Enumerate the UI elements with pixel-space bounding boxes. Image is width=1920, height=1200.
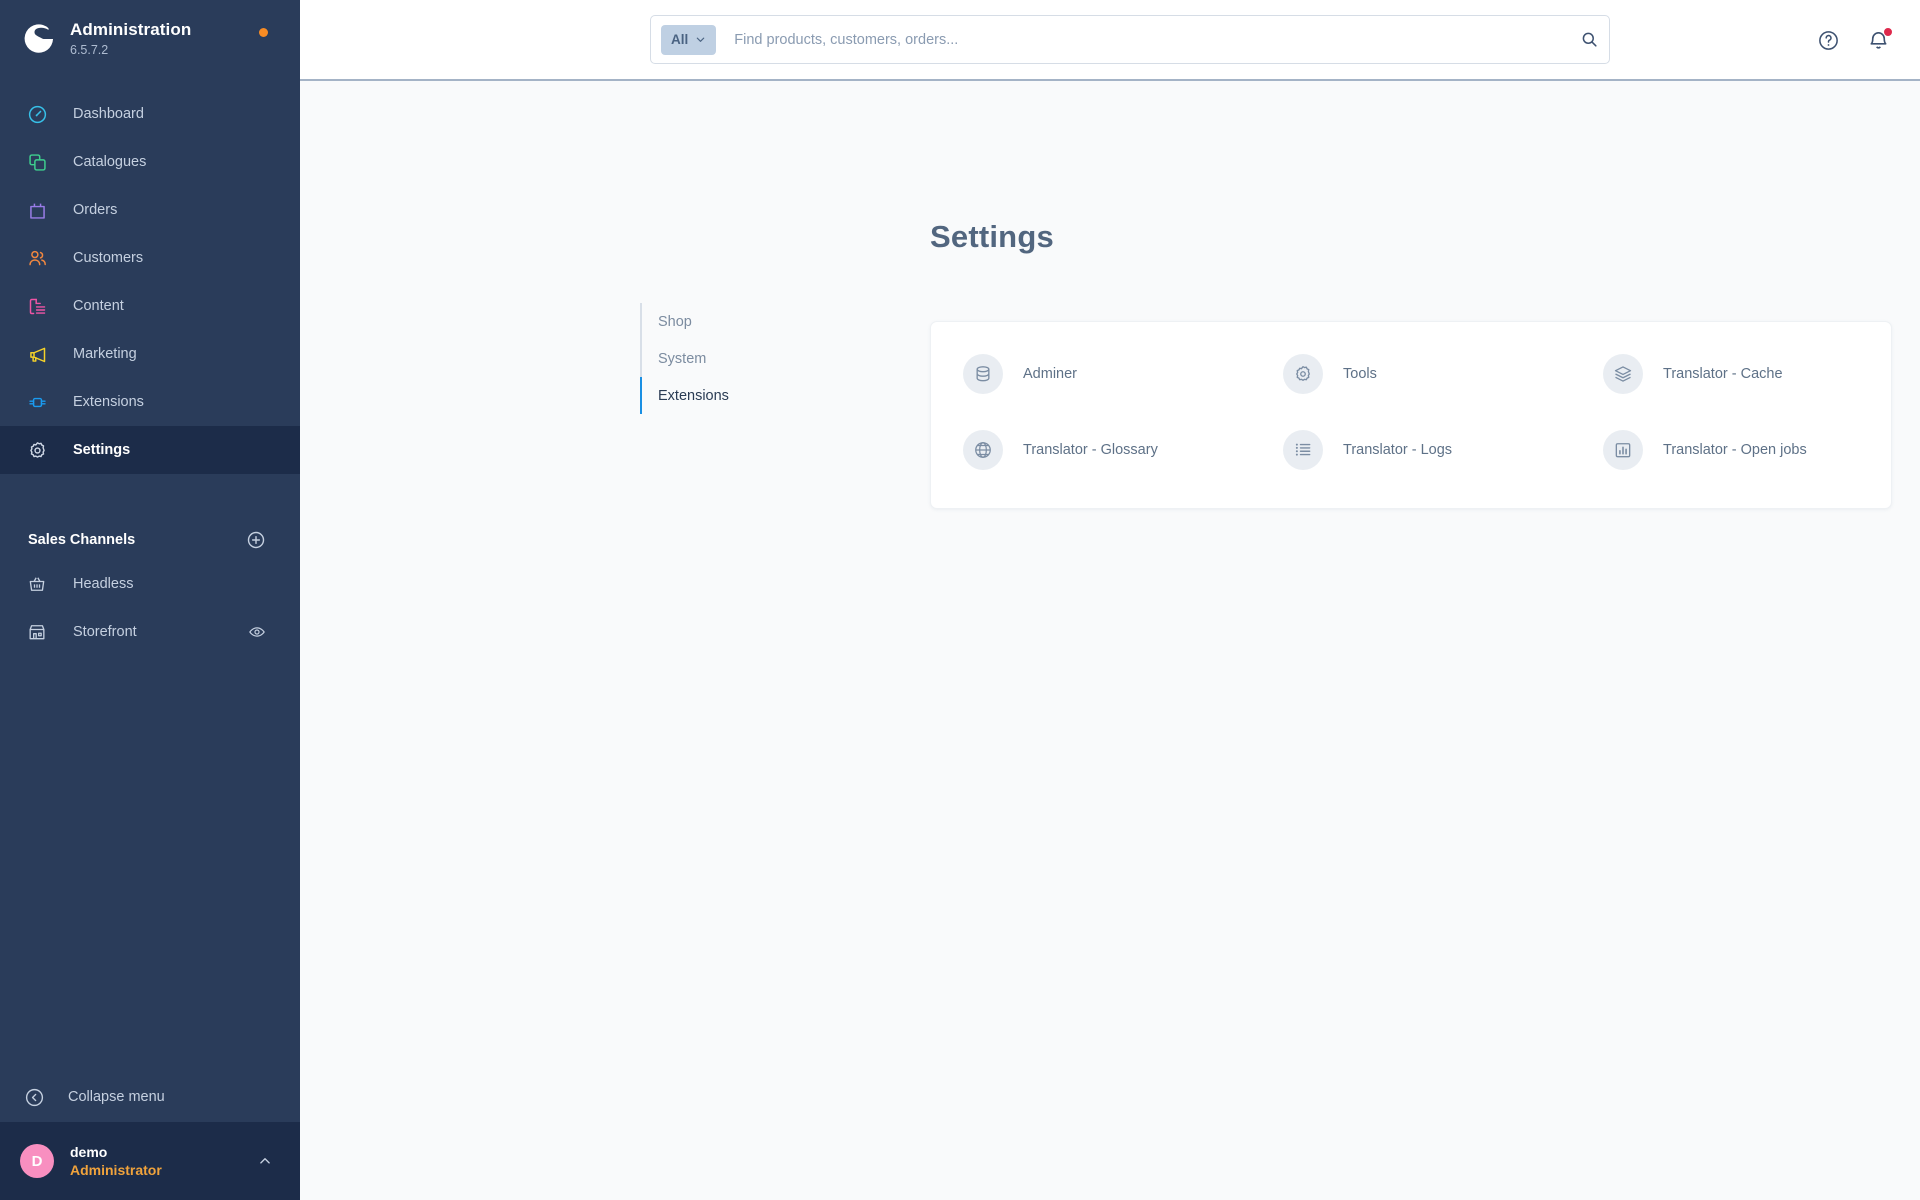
database-icon [963,354,1003,394]
subnav-item-shop[interactable]: Shop [640,303,840,340]
avatar: D [20,1144,54,1178]
subnav-label: Extensions [658,387,729,404]
shopware-logo-icon [22,22,56,56]
notification-badge [1883,26,1893,37]
settings-subnav: Shop System Extensions [640,303,840,414]
settings-gear-icon [24,437,50,463]
subnav-label: Shop [658,313,692,330]
chevron-down-icon [695,34,706,45]
sales-channel-label: Headless [73,576,134,592]
sidebar-item-settings[interactable]: Settings [0,426,300,474]
sidebar-item-customers[interactable]: Customers [0,234,300,282]
catalogues-copy-icon [24,149,50,175]
gear-icon [1283,354,1323,394]
sales-channel-storefront[interactable]: Storefront [0,608,300,656]
content-page-icon [24,293,50,319]
help-circle-icon[interactable] [1814,27,1842,55]
tile-label: Tools [1343,366,1377,382]
basket-icon [24,571,50,597]
sidebar-item-label: Settings [73,442,131,458]
content-area: Settings Shop System Extensions Adminer … [300,81,1920,1200]
sidebar-item-extensions[interactable]: Extensions [0,378,300,426]
sidebar-item-label: Customers [73,250,144,266]
search-icon[interactable] [1580,30,1599,49]
sales-channels-title: Sales Channels [28,532,136,548]
tile-translator-cache[interactable]: Translator - Cache [1571,354,1891,394]
storefront-icon [24,619,50,645]
marketing-megaphone-icon [24,341,50,367]
tile-label: Translator - Logs [1343,442,1453,458]
extensions-card: Adminer Tools Translator - Cache Transla… [930,321,1892,509]
tile-translator-glossary[interactable]: Translator - Glossary [931,430,1251,470]
sidebar-item-label: Catalogues [73,154,147,170]
customers-people-icon [24,245,50,271]
sidebar-item-label: Extensions [73,394,144,410]
collapse-menu-button[interactable]: Collapse menu [0,1072,300,1122]
extensions-grid: Adminer Tools Translator - Cache Transla… [931,354,1891,470]
sidebar-item-content[interactable]: Content [0,282,300,330]
sales-channel-label: Storefront [73,624,137,640]
subnav-label: System [658,350,707,367]
eye-icon[interactable] [248,623,266,641]
user-menu[interactable]: D demo Administrator [0,1122,300,1200]
status-dot [259,28,268,37]
user-name: demo [70,1144,108,1160]
sidebar-item-label: Content [73,298,124,314]
list-icon [1283,430,1323,470]
search-scope-label: All [671,32,689,47]
search-scope-selector[interactable]: All [661,24,717,55]
subnav-item-extensions[interactable]: Extensions [640,377,840,414]
brand-version: 6.5.7.2 [70,43,109,57]
sidebar-item-dashboard[interactable]: Dashboard [0,90,300,138]
topbar-actions [1814,0,1893,81]
sidebar-item-label: Marketing [73,346,137,362]
orders-bag-icon [24,197,50,223]
tile-label: Adminer [1023,366,1077,382]
plus-circle-icon[interactable] [246,530,266,550]
chevron-up-icon[interactable] [256,1152,274,1170]
tile-translator-open-jobs[interactable]: Translator - Open jobs [1571,430,1891,470]
topbar: All [300,0,1920,81]
main-navigation: Dashboard Catalogues Orders Customers Co… [0,90,300,474]
user-role: Administrator [70,1162,162,1178]
globe-icon [963,430,1003,470]
chevron-left-circle-icon [24,1087,45,1108]
app-root: Administration 6.5.7.2 Dashboard Catalog… [0,0,1920,1200]
sidebar-item-marketing[interactable]: Marketing [0,330,300,378]
layers-icon [1603,354,1643,394]
tile-label: Translator - Open jobs [1663,442,1807,458]
tile-adminer[interactable]: Adminer [931,354,1251,394]
search-input[interactable] [734,31,1580,48]
sidebar-item-label: Dashboard [73,106,144,122]
page-title: Settings [930,219,1054,254]
subnav-item-system[interactable]: System [640,340,840,377]
sales-channel-headless[interactable]: Headless [0,560,300,608]
extensions-plug-icon [24,389,50,415]
tile-label: Translator - Cache [1663,366,1783,382]
sidebar-item-orders[interactable]: Orders [0,186,300,234]
tile-tools[interactable]: Tools [1251,354,1571,394]
tile-translator-logs[interactable]: Translator - Logs [1251,430,1571,470]
sales-channels-header: Sales Channels [0,520,300,560]
tile-label: Translator - Glossary [1023,442,1158,458]
sidebar-item-label: Orders [73,202,118,218]
collapse-menu-label: Collapse menu [68,1089,165,1105]
bar-chart-icon [1603,430,1643,470]
main-region: All Find products, customers, orders... … [300,0,1920,1200]
sidebar-item-catalogues[interactable]: Catalogues [0,138,300,186]
bell-icon[interactable] [1864,26,1893,55]
sidebar: Administration 6.5.7.2 Dashboard Catalog… [0,0,300,1200]
brand-header[interactable]: Administration 6.5.7.2 [0,0,300,76]
brand-title: Administration [70,20,192,39]
dashboard-gauge-icon [24,101,50,127]
global-search[interactable]: All [650,15,1610,64]
